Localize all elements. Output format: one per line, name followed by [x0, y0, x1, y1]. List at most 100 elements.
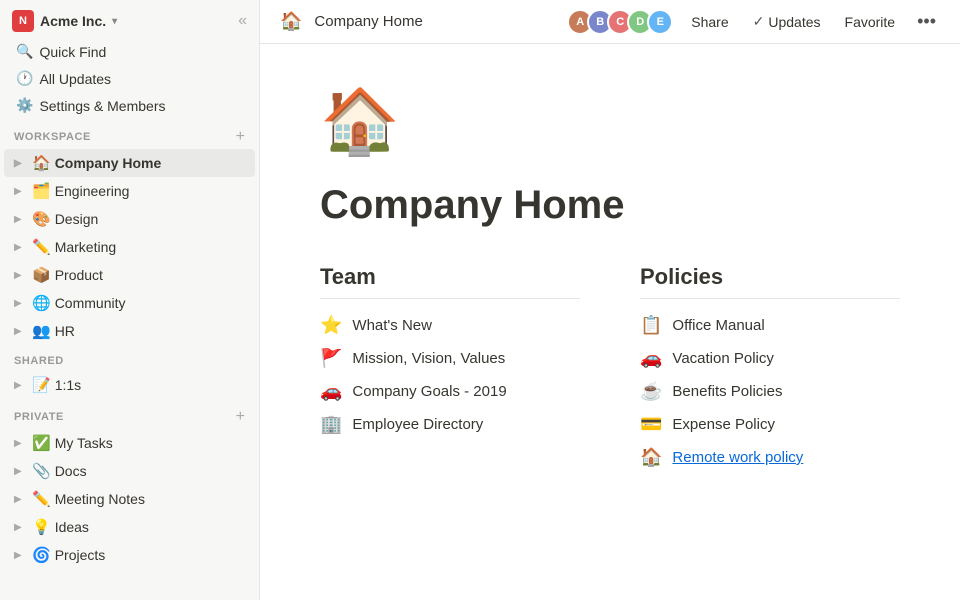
list-item[interactable]: 🏠 Remote work policy: [640, 447, 900, 468]
flag-icon: 🚩: [320, 348, 342, 369]
more-options-button[interactable]: •••: [913, 7, 940, 36]
sidebar-header: N Acme Inc. ▾ «: [0, 0, 259, 38]
list-item[interactable]: 🚩 Mission, Vision, Values: [320, 348, 580, 369]
main-content: 🏠 Company Home A B C D E Share ✓ Updates…: [260, 0, 960, 600]
tasks-icon: ✅: [32, 434, 51, 452]
star-icon: ⭐: [320, 315, 342, 336]
search-icon: 🔍: [16, 43, 33, 60]
arrow-icon: ▶: [14, 522, 28, 533]
page-body: 🏠 Company Home Team ⭐ What's New 🚩 Missi…: [260, 44, 960, 600]
private-section-label: PRIVATE +: [0, 399, 259, 429]
sidebar-item-meeting-notes[interactable]: ▶ ✏️ Meeting Notes: [4, 485, 255, 513]
list-item[interactable]: ☕ Benefits Policies: [640, 381, 900, 402]
policies-list: 📋 Office Manual 🚗 Vacation Policy ☕ Bene…: [640, 315, 900, 468]
sidebar-item-company-home[interactable]: ▶ 🏠 Company Home: [4, 149, 255, 177]
sidebar-item-settings[interactable]: ⚙️ Settings & Members: [4, 92, 255, 119]
team-heading: Team: [320, 264, 580, 299]
arrow-icon: ▶: [14, 214, 28, 225]
collapse-sidebar-button[interactable]: «: [238, 12, 247, 30]
shared-section-label: SHARED: [0, 345, 259, 371]
chevron-down-icon: ▾: [112, 16, 117, 27]
sidebar-item-ideas[interactable]: ▶ 💡 Ideas: [4, 513, 255, 541]
docs-icon: 📎: [32, 462, 51, 480]
list-item[interactable]: ⭐ What's New: [320, 315, 580, 336]
clipboard-icon: 📋: [640, 315, 662, 336]
arrow-icon: ▶: [14, 298, 28, 309]
list-item[interactable]: 🏢 Employee Directory: [320, 414, 580, 435]
workspace-logo: N: [12, 10, 34, 32]
arrow-icon: ▶: [14, 158, 28, 169]
add-workspace-item-button[interactable]: +: [236, 129, 245, 145]
sidebar-nav: 🔍 Quick Find 🕐 All Updates ⚙️ Settings &…: [0, 38, 259, 119]
arrow-icon: ▶: [14, 550, 28, 561]
sidebar-item-my-tasks[interactable]: ▶ ✅ My Tasks: [4, 429, 255, 457]
checkmark-icon: ✓: [753, 13, 765, 30]
car-icon: 🚗: [320, 381, 342, 402]
sidebar: N Acme Inc. ▾ « 🔍 Quick Find 🕐 All Updat…: [0, 0, 260, 600]
share-button[interactable]: Share: [685, 10, 734, 34]
sidebar-item-all-updates[interactable]: 🕐 All Updates: [4, 65, 255, 92]
workspace-section-label: WORKSPACE +: [0, 119, 259, 149]
sidebar-item-marketing[interactable]: ▶ ✏️ Marketing: [4, 233, 255, 261]
coffee-icon: ☕: [640, 381, 662, 402]
projects-icon: 🌀: [32, 546, 51, 564]
private-items: ▶ ✅ My Tasks ▶ 📎 Docs ▶ ✏️ Meeting Notes…: [0, 429, 259, 569]
list-item[interactable]: 💳 Expense Policy: [640, 414, 900, 435]
collaborator-avatars: A B C D E: [573, 9, 673, 35]
avatar: E: [647, 9, 673, 35]
arrow-icon: ▶: [14, 380, 28, 391]
arrow-icon: ▶: [14, 242, 28, 253]
1on1s-icon: 📝: [32, 376, 51, 394]
team-list: ⭐ What's New 🚩 Mission, Vision, Values 🚗…: [320, 315, 580, 435]
sidebar-item-community[interactable]: ▶ 🌐 Community: [4, 289, 255, 317]
meeting-notes-icon: ✏️: [32, 490, 51, 508]
updates-button[interactable]: ✓ Updates: [747, 9, 827, 34]
workspace-title[interactable]: N Acme Inc. ▾: [12, 10, 117, 32]
arrow-icon: ▶: [14, 326, 28, 337]
sidebar-item-design[interactable]: ▶ 🎨 Design: [4, 205, 255, 233]
page-header-icon: 🏠: [280, 11, 302, 32]
content-columns: Team ⭐ What's New 🚩 Mission, Vision, Val…: [320, 264, 900, 468]
policies-heading: Policies: [640, 264, 900, 299]
gear-icon: ⚙️: [16, 97, 33, 114]
shared-items: ▶ 📝 1:1s: [0, 371, 259, 399]
arrow-icon: ▶: [14, 270, 28, 281]
building-icon: 🏢: [320, 414, 342, 435]
team-column: Team ⭐ What's New 🚩 Mission, Vision, Val…: [320, 264, 580, 468]
list-item[interactable]: 📋 Office Manual: [640, 315, 900, 336]
car-icon: 🚗: [640, 348, 662, 369]
page-title: Company Home: [320, 183, 900, 228]
sidebar-item-1on1s[interactable]: ▶ 📝 1:1s: [4, 371, 255, 399]
arrow-icon: ▶: [14, 494, 28, 505]
house-icon: 🏠: [640, 447, 662, 468]
page-header-title: Company Home: [314, 13, 422, 30]
workspace-items: ▶ 🏠 Company Home ▶ 🗂️ Engineering ▶ 🎨 De…: [0, 149, 259, 345]
add-private-item-button[interactable]: +: [236, 409, 245, 425]
arrow-icon: ▶: [14, 466, 28, 477]
card-icon: 💳: [640, 414, 662, 435]
header-actions: A B C D E Share ✓ Updates Favorite •••: [573, 7, 940, 36]
sidebar-item-engineering[interactable]: ▶ 🗂️ Engineering: [4, 177, 255, 205]
sidebar-item-docs[interactable]: ▶ 📎 Docs: [4, 457, 255, 485]
favorite-button[interactable]: Favorite: [839, 10, 902, 34]
community-icon: 🌐: [32, 294, 51, 312]
clock-icon: 🕐: [16, 70, 33, 87]
marketing-icon: ✏️: [32, 238, 51, 256]
engineering-icon: 🗂️: [32, 182, 51, 200]
sidebar-item-projects[interactable]: ▶ 🌀 Projects: [4, 541, 255, 569]
list-item[interactable]: 🚗 Vacation Policy: [640, 348, 900, 369]
page-header: 🏠 Company Home A B C D E Share ✓ Updates…: [260, 0, 960, 44]
page-cover-icon: 🏠: [320, 84, 900, 159]
design-icon: 🎨: [32, 210, 51, 228]
arrow-icon: ▶: [14, 186, 28, 197]
hr-icon: 👥: [32, 322, 51, 340]
sidebar-item-hr[interactable]: ▶ 👥 HR: [4, 317, 255, 345]
workspace-name: Acme Inc.: [40, 13, 106, 29]
ideas-icon: 💡: [32, 518, 51, 536]
sidebar-item-quick-find[interactable]: 🔍 Quick Find: [4, 38, 255, 65]
list-item[interactable]: 🚗 Company Goals - 2019: [320, 381, 580, 402]
product-icon: 📦: [32, 266, 51, 284]
policies-column: Policies 📋 Office Manual 🚗 Vacation Poli…: [640, 264, 900, 468]
home-icon: 🏠: [32, 154, 51, 172]
sidebar-item-product[interactable]: ▶ 📦 Product: [4, 261, 255, 289]
